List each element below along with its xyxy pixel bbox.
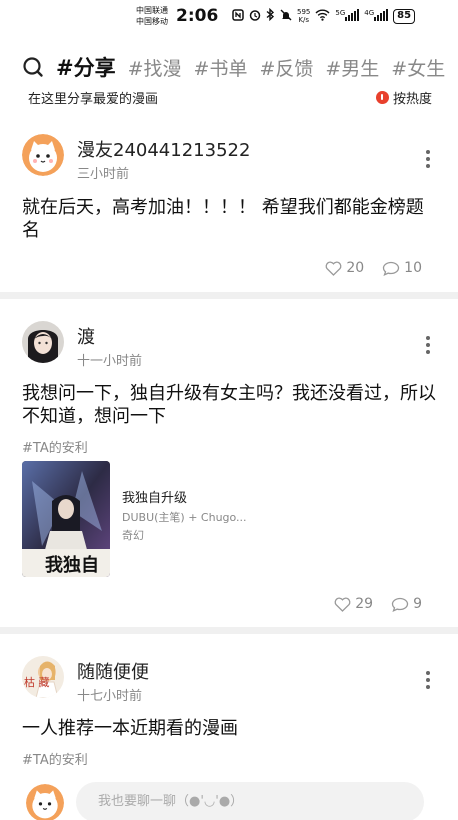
- status-bar: 中国联通 中国移动 2:06 595 K/s 5G 4G 85: [0, 0, 458, 36]
- sort-label: 按热度: [392, 92, 432, 107]
- like-button[interactable]: 29: [334, 596, 373, 612]
- network-speed-unit: K/s: [298, 16, 309, 24]
- comment-count: 9: [413, 596, 422, 612]
- comic-card[interactable]: 我独自 我独自升级 DUBU(主笔) + Chugo... 奇幻: [22, 461, 322, 577]
- tab-booklist[interactable]: #书单: [194, 54, 248, 81]
- search-icon[interactable]: [22, 56, 44, 78]
- comic-cover[interactable]: 我独自: [22, 461, 110, 577]
- comment-button[interactable]: 10: [382, 260, 422, 276]
- network-speed-value: 595: [297, 8, 311, 16]
- topic-tabs: #分享 #找漫 #书单 #反馈 #男生 #女生 #: [22, 50, 458, 84]
- sort-by-heat-button[interactable]: 按热度: [375, 88, 432, 107]
- comment-bubble-icon: [383, 261, 400, 276]
- post-tag[interactable]: #TA的安利: [22, 437, 88, 456]
- heart-icon: [334, 597, 351, 612]
- section-header: 在这里分享最爱的漫画 按热度: [28, 88, 432, 107]
- my-avatar[interactable]: [26, 784, 64, 820]
- section-subtitle: 在这里分享最爱的漫画: [28, 92, 159, 107]
- post-content[interactable]: 一人推荐一本近期看的漫画: [22, 717, 440, 740]
- post-card[interactable]: 渡 十一小时前 我想问一下，独自升级有女主吗？我还没看过，所以不知道，想问一下 …: [0, 299, 458, 627]
- divider: [0, 292, 458, 299]
- more-options-icon[interactable]: [426, 150, 430, 168]
- avatar-text: 枯 藏: [24, 675, 50, 689]
- comment-bubble-icon: [391, 597, 409, 612]
- username[interactable]: 漫友240441213522: [77, 136, 250, 162]
- post-time: 十七小时前: [77, 689, 143, 704]
- sort-icon: [375, 91, 389, 104]
- carrier-info: 中国联通 中国移动: [136, 5, 168, 27]
- post-content[interactable]: 我想问一下，独自升级有女主吗？我还没看过，所以不知道，想问一下: [22, 382, 440, 428]
- post-actions: 20 10: [325, 260, 422, 276]
- comment-button[interactable]: 9: [391, 596, 422, 612]
- signal-5g-icon: 5G: [335, 8, 360, 24]
- tab-feedback[interactable]: #反馈: [259, 54, 313, 81]
- post-content[interactable]: 就在后天，高考加油！！！！ 希望我们都能金榜题名: [22, 196, 440, 242]
- carrier-2: 中国移动: [136, 17, 168, 26]
- post-card[interactable]: 漫友240441213522 三小时前 就在后天，高考加油！！！！ 希望我们都能…: [0, 126, 458, 292]
- carrier-1: 中国联通: [136, 6, 168, 15]
- like-count: 20: [346, 260, 365, 276]
- comment-bar: 我也要聊一聊（●'◡'●）: [0, 780, 458, 820]
- more-options-icon[interactable]: [426, 671, 430, 689]
- tab-share[interactable]: #分享: [56, 52, 116, 82]
- heart-icon: [325, 261, 342, 276]
- username[interactable]: 随随便便: [77, 658, 149, 684]
- post-time: 三小时前: [77, 167, 130, 182]
- post-time: 十一小时前: [77, 354, 143, 369]
- divider: [0, 627, 458, 634]
- alarm-icon: [249, 9, 261, 24]
- avatar[interactable]: [22, 134, 64, 176]
- comic-cover-text: 我独自: [45, 554, 99, 576]
- like-button[interactable]: 20: [325, 260, 364, 276]
- comment-count: 10: [404, 260, 422, 276]
- clock: 2:06: [176, 6, 219, 26]
- avatar[interactable]: [22, 321, 64, 363]
- nfc-icon: [232, 8, 244, 24]
- bluetooth-icon: [266, 7, 275, 24]
- post-card[interactable]: 枯 藏 随随便便 十七小时前 一人推荐一本近期看的漫画 #TA的安利: [0, 634, 458, 780]
- post-actions: 29 9: [334, 596, 422, 612]
- post-tag[interactable]: #TA的安利: [22, 749, 88, 768]
- avatar[interactable]: 枯 藏: [22, 656, 64, 698]
- tab-find-comic[interactable]: #找漫: [128, 54, 182, 81]
- comic-genre: 奇幻: [122, 529, 144, 542]
- like-count: 29: [355, 596, 374, 612]
- battery-indicator: 85: [393, 8, 416, 24]
- wifi-icon: [315, 9, 330, 24]
- tab-male[interactable]: #男生: [325, 54, 379, 81]
- tab-female[interactable]: #女生: [391, 54, 445, 81]
- network-speed: 595 K/s: [297, 8, 310, 24]
- comment-input[interactable]: 我也要聊一聊（●'◡'●）: [76, 782, 424, 820]
- status-icons: 595 K/s 5G 4G 85: [232, 7, 416, 24]
- comic-author: DUBU(主笔) + Chugo...: [122, 511, 247, 524]
- signal-4g-icon: 4G: [364, 8, 389, 24]
- comic-title[interactable]: 我独自升级: [122, 487, 187, 506]
- more-options-icon[interactable]: [426, 336, 430, 354]
- mute-bell-icon: [280, 9, 292, 24]
- username[interactable]: 渡: [77, 323, 95, 349]
